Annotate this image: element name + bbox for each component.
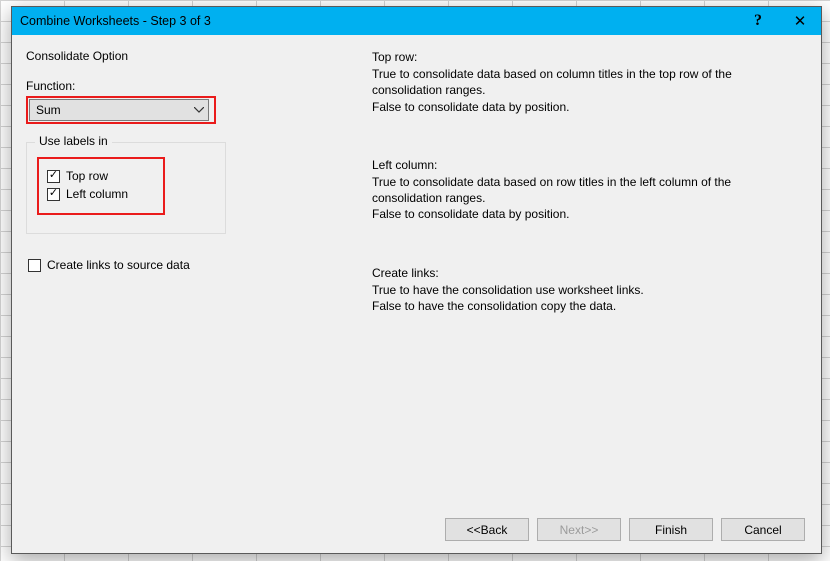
help-left-column: Left column: True to consolidate data ba… [372, 157, 801, 223]
chevron-down-icon [194, 107, 204, 113]
help-top-row-line2: False to consolidate data by position. [372, 99, 801, 115]
help-left-column-head: Left column: [372, 157, 801, 173]
create-links-checkbox-row[interactable]: Create links to source data [28, 258, 342, 272]
create-links-checkbox[interactable] [28, 259, 41, 272]
back-button[interactable]: <<Back [445, 518, 529, 541]
cancel-button[interactable]: Cancel [721, 518, 805, 541]
left-column-checkbox[interactable] [47, 188, 60, 201]
help-create-links-head: Create links: [372, 265, 801, 281]
function-combobox[interactable]: Sum [29, 99, 209, 121]
highlight-function: Sum [26, 96, 216, 124]
help-button[interactable]: ? [737, 7, 779, 35]
use-labels-groupbox: Use labels in Top row Left column [26, 142, 226, 234]
top-row-label: Top row [66, 169, 108, 183]
help-top-row-line1: True to consolidate data based on column… [372, 66, 801, 98]
function-label: Function: [26, 79, 342, 93]
help-left-column-line1: True to consolidate data based on row ti… [372, 174, 801, 206]
help-create-links-line1: True to have the consolidation use works… [372, 282, 801, 298]
window-title: Combine Worksheets - Step 3 of 3 [12, 14, 737, 28]
finish-button[interactable]: Finish [629, 518, 713, 541]
help-panel: Top row: True to consolidate data based … [372, 49, 807, 514]
section-title: Consolidate Option [26, 49, 342, 63]
left-column-label: Left column [66, 187, 128, 201]
next-button: Next>> [537, 518, 621, 541]
help-create-links: Create links: True to have the consolida… [372, 265, 801, 315]
highlight-labels: Top row Left column [37, 157, 165, 215]
close-button[interactable]: ✕ [779, 7, 821, 35]
top-row-checkbox[interactable] [47, 170, 60, 183]
footer-buttons: <<Back Next>> Finish Cancel [26, 514, 807, 543]
top-row-checkbox-row[interactable]: Top row [47, 169, 155, 183]
use-labels-legend: Use labels in [35, 134, 112, 148]
combine-worksheets-dialog: Combine Worksheets - Step 3 of 3 ? ✕ Con… [11, 6, 822, 554]
create-links-label: Create links to source data [47, 258, 190, 272]
titlebar[interactable]: Combine Worksheets - Step 3 of 3 ? ✕ [12, 7, 821, 35]
dialog-content: Consolidate Option Function: Sum Use lab… [12, 35, 821, 553]
help-create-links-line2: False to have the consolidation copy the… [372, 298, 801, 314]
left-panel: Consolidate Option Function: Sum Use lab… [26, 49, 342, 514]
help-left-column-line2: False to consolidate data by position. [372, 206, 801, 222]
help-top-row: Top row: True to consolidate data based … [372, 49, 801, 115]
left-column-checkbox-row[interactable]: Left column [47, 187, 155, 201]
function-value: Sum [36, 103, 61, 117]
help-top-row-head: Top row: [372, 49, 801, 65]
